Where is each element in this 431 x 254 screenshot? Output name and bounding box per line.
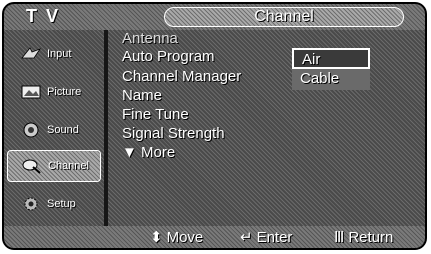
- hint-return-label: Return: [348, 229, 394, 246]
- hint-enter-label: Enter: [256, 229, 293, 246]
- triangle-down-icon: ▼: [122, 144, 137, 161]
- app-label: T V: [26, 6, 61, 26]
- sidebar-item-setup[interactable]: Setup: [7, 188, 101, 220]
- hint-move: ⬍ Move: [150, 228, 203, 246]
- channel-menu-panel: Antenna Auto Program Channel Manager Nam…: [108, 30, 425, 226]
- menu-item-fine-tune[interactable]: Fine Tune: [122, 106, 189, 123]
- sidebar-item-sound[interactable]: Sound: [7, 114, 101, 146]
- menu-item-name[interactable]: Name: [122, 87, 162, 104]
- menu-item-more[interactable]: ▼ More: [122, 144, 175, 161]
- picture-icon: [19, 83, 43, 101]
- hint-enter: ↵ Enter: [240, 228, 292, 246]
- menu-item-auto-program[interactable]: Auto Program: [122, 48, 215, 65]
- sidebar-item-label: Sound: [47, 124, 79, 136]
- button-hint-bar: ⬍ Move ↵ Enter Ⅲ Return: [4, 226, 425, 248]
- menu-item-channel-manager[interactable]: Channel Manager: [122, 68, 241, 85]
- hint-return: Ⅲ Return: [334, 228, 393, 246]
- sidebar-item-label: Picture: [47, 86, 82, 98]
- page-title: Channel: [164, 7, 404, 27]
- setup-icon: [19, 195, 43, 213]
- sidebar-item-channel[interactable]: Channel: [7, 150, 101, 182]
- input-icon: [19, 45, 43, 63]
- antenna-options: Air Cable: [292, 48, 370, 90]
- updown-arrow-icon: ⬍: [150, 229, 163, 246]
- option-cable[interactable]: Cable: [292, 69, 370, 90]
- menu-item-antenna[interactable]: Antenna: [122, 30, 178, 47]
- enter-icon: ↵: [240, 229, 253, 246]
- hint-move-label: Move: [166, 229, 204, 246]
- sound-icon: [19, 121, 43, 139]
- return-icon: Ⅲ: [334, 229, 345, 246]
- sidebar-item-label: Input: [47, 48, 72, 60]
- option-air[interactable]: Air: [292, 48, 370, 69]
- more-label: More: [141, 144, 176, 161]
- menu-item-signal-strength[interactable]: Signal Strength: [122, 125, 225, 142]
- osd-frame: T V Channel Input Picture Sound Channel …: [2, 2, 427, 250]
- sidebar-item-label: Channel: [48, 160, 89, 172]
- sidebar-item-label: Setup: [47, 198, 76, 210]
- sidebar-item-picture[interactable]: Picture: [7, 76, 101, 108]
- title-bar: T V Channel: [4, 4, 425, 30]
- channel-icon: [20, 157, 44, 175]
- sidebar: Input Picture Sound Channel Setup: [4, 30, 104, 226]
- sidebar-item-input[interactable]: Input: [7, 38, 101, 70]
- page-title-text: Channel: [254, 8, 314, 25]
